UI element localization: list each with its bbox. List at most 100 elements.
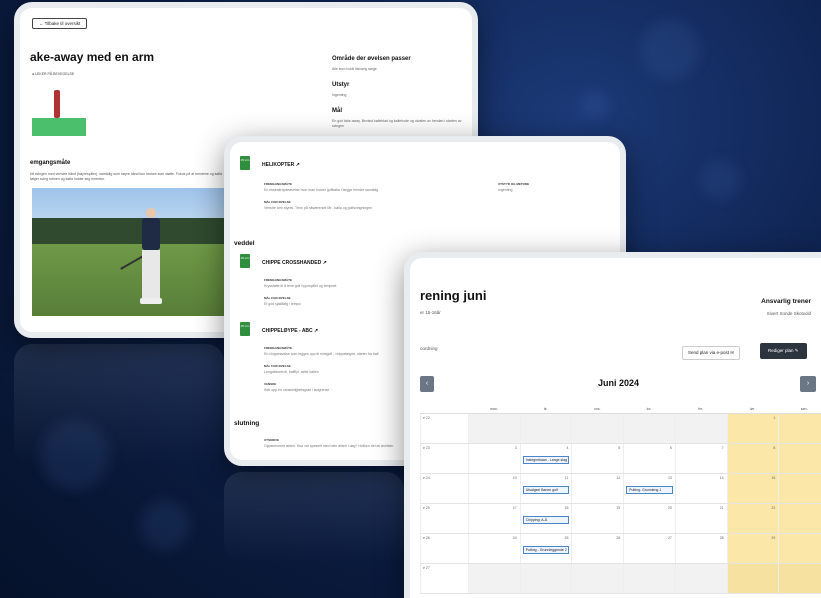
- calendar-day-cell[interactable]: 26: [571, 534, 623, 563]
- calendar-week-row: e 27: [420, 564, 821, 594]
- calendar-day-cell[interactable]: 7: [674, 444, 727, 473]
- calendar-day-cell[interactable]: 30: [778, 534, 821, 563]
- day-number: 18: [564, 506, 569, 510]
- calendar-day-cell[interactable]: 6: [623, 444, 675, 473]
- calendar-day-cell[interactable]: [623, 564, 675, 593]
- external-link-icon[interactable]: ↗: [323, 260, 327, 266]
- calendar-day-cell[interactable]: 8: [726, 444, 779, 473]
- day-number: 27: [667, 536, 672, 540]
- calendar-month: Juni 2024: [597, 378, 640, 388]
- day-number: 17: [512, 506, 517, 510]
- calendar-day-cell[interactable]: 17: [468, 504, 520, 533]
- week-number: e 27: [420, 564, 468, 593]
- calendar-day-cell[interactable]: 20: [623, 504, 675, 533]
- calendar-event[interactable]: Utsalgsel Banen golf: [522, 486, 570, 494]
- calendar-day-cell[interactable]: [623, 414, 675, 443]
- calendar-day-cell[interactable]: [519, 414, 572, 443]
- golfer-torso: [142, 218, 160, 250]
- weekday-header: lør.: [750, 407, 755, 411]
- day-number: 12: [616, 476, 621, 480]
- calendar-day-cell[interactable]: 16: [778, 474, 821, 503]
- tablet-reflection: [224, 472, 404, 562]
- exercise-title-chippeloype[interactable]: CHIPPELØYPE - ABC ↗: [262, 328, 318, 334]
- calendar-day-cell[interactable]: [468, 414, 520, 443]
- field-text: Lengdekontroll, ballflyt, sette ballen: [264, 370, 319, 374]
- bokeh-light: [580, 90, 610, 120]
- photo-trees: [32, 218, 234, 246]
- day-number: 22: [771, 506, 776, 510]
- calendar-day-cell[interactable]: 1: [726, 414, 779, 443]
- tablet-reflection: [14, 344, 224, 464]
- calendar-day-cell[interactable]: 28: [674, 534, 727, 563]
- day-number: 10: [512, 476, 517, 480]
- field-label: UTSTYR OG METODE: [498, 182, 530, 186]
- day-number: 19: [616, 506, 621, 510]
- calendar-day-cell[interactable]: 3: [468, 444, 520, 473]
- calendar-day-cell[interactable]: 24: [468, 534, 520, 563]
- calendar-day-cell[interactable]: [674, 564, 727, 593]
- trainer-name: Sivert Sonde Skotvold: [766, 311, 811, 316]
- day-number: 7: [721, 446, 724, 450]
- info-text: Alle som holdt tilsvarig range: [332, 67, 377, 71]
- weekday-header: ons.: [593, 407, 601, 411]
- day-number: 6: [669, 446, 672, 450]
- procedure-heading: emgangsmåte: [30, 160, 71, 166]
- calendar-event[interactable]: Putting: Grunnleng 1: [626, 486, 673, 494]
- calendar-event[interactable]: Instegnekaan - Lange slag: [522, 456, 570, 464]
- calendar-day-cell[interactable]: 10: [468, 474, 520, 503]
- calendar-day-cell[interactable]: 22: [726, 504, 779, 533]
- calendar-day-cell[interactable]: [571, 414, 624, 443]
- plan-subtitle: er 15-16år: [420, 310, 441, 315]
- field-text: Venstre arm styres. Trinn på nåværende l…: [264, 206, 372, 210]
- field-text: Ingenting: [498, 188, 513, 192]
- procedure-text: ett svingen med venstre hånd (høyrespill…: [30, 172, 223, 181]
- calendar-day-cell[interactable]: [726, 564, 779, 593]
- calendar-day-cell[interactable]: [571, 564, 624, 593]
- calendar-day-cell[interactable]: 9: [778, 444, 821, 473]
- week-number: e 22: [420, 414, 468, 443]
- day-number: 11: [564, 476, 569, 480]
- calendar-day-cell[interactable]: 19: [571, 504, 623, 533]
- week-number: e 25: [420, 504, 468, 533]
- section-heading: slutning: [234, 420, 260, 427]
- calendar-day-cell[interactable]: 12: [571, 474, 623, 503]
- calendar-day-cell[interactable]: [519, 564, 572, 593]
- calendar-week-row: e 24 10 11 Utsalgsel Banen golf 12 13 Putting:…: [420, 474, 821, 504]
- external-link-icon[interactable]: ↗: [296, 162, 300, 168]
- bokeh-light: [140, 500, 190, 550]
- calendar-day-cell[interactable]: 2: [778, 414, 821, 443]
- external-link-icon[interactable]: ↗: [314, 328, 318, 334]
- calendar-day-cell[interactable]: 21: [674, 504, 727, 533]
- weekday-header: man.: [489, 407, 498, 411]
- calendar-day-cell[interactable]: 29: [726, 534, 779, 563]
- next-month-button[interactable]: ›: [800, 376, 816, 392]
- exercise-title-chippe-crosshanded[interactable]: CHIPPE CROSSHANDED ↗: [262, 260, 327, 266]
- calendar-day-cell[interactable]: [468, 564, 520, 593]
- calendar-day-cell[interactable]: 15: [726, 474, 779, 503]
- calendar-day-cell[interactable]: 23: [778, 504, 821, 533]
- field-label: MÅL FOR ØVELSE: [264, 200, 291, 204]
- exercise-info-column: Område der øvelsen passer Alle som holdt…: [332, 56, 472, 139]
- calendar-day-cell[interactable]: 11 Utsalgsel Banen golf: [519, 474, 572, 503]
- calendar-day-cell[interactable]: [778, 564, 821, 593]
- plan-title: rening juni: [420, 288, 487, 303]
- calendar-day-cell[interactable]: 25 Putting - Grunnleggende 2: [519, 534, 572, 563]
- calendar-event[interactable]: Chipping: A-Å: [522, 516, 570, 524]
- calendar-day-cell[interactable]: 5: [571, 444, 623, 473]
- calendar-day-cell[interactable]: [674, 414, 727, 443]
- send-plan-email-button[interactable]: Send plan via e-post ✉: [682, 346, 741, 360]
- calendar-day-cell[interactable]: 4 Instegnekaan - Lange slag: [519, 444, 572, 473]
- calendar-day-cell[interactable]: 27: [623, 534, 675, 563]
- calendar-day-cell[interactable]: 18 Chipping: A-Å: [519, 504, 572, 533]
- weekday-header: tir.: [543, 407, 548, 411]
- calendar-day-cell[interactable]: 13 Putting: Grunnleng 1: [623, 474, 675, 503]
- trainer-heading: Ansvarlig trener: [761, 298, 811, 305]
- golfer-shoes: [140, 298, 162, 304]
- back-to-overview-button[interactable]: ← Tilbake til oversikt: [32, 18, 88, 29]
- calendar-day-cell[interactable]: 14: [674, 474, 727, 503]
- weekday-header: tor.: [646, 407, 652, 411]
- calendar-event[interactable]: Putting - Grunnleggende 2: [522, 546, 570, 554]
- exercise-title-helikopter[interactable]: HELIKOPTER ↗: [262, 162, 300, 168]
- field-text: Et god sjaldfølg i tempo: [264, 302, 301, 306]
- edit-plan-button[interactable]: Rediger plan ✎: [760, 343, 807, 359]
